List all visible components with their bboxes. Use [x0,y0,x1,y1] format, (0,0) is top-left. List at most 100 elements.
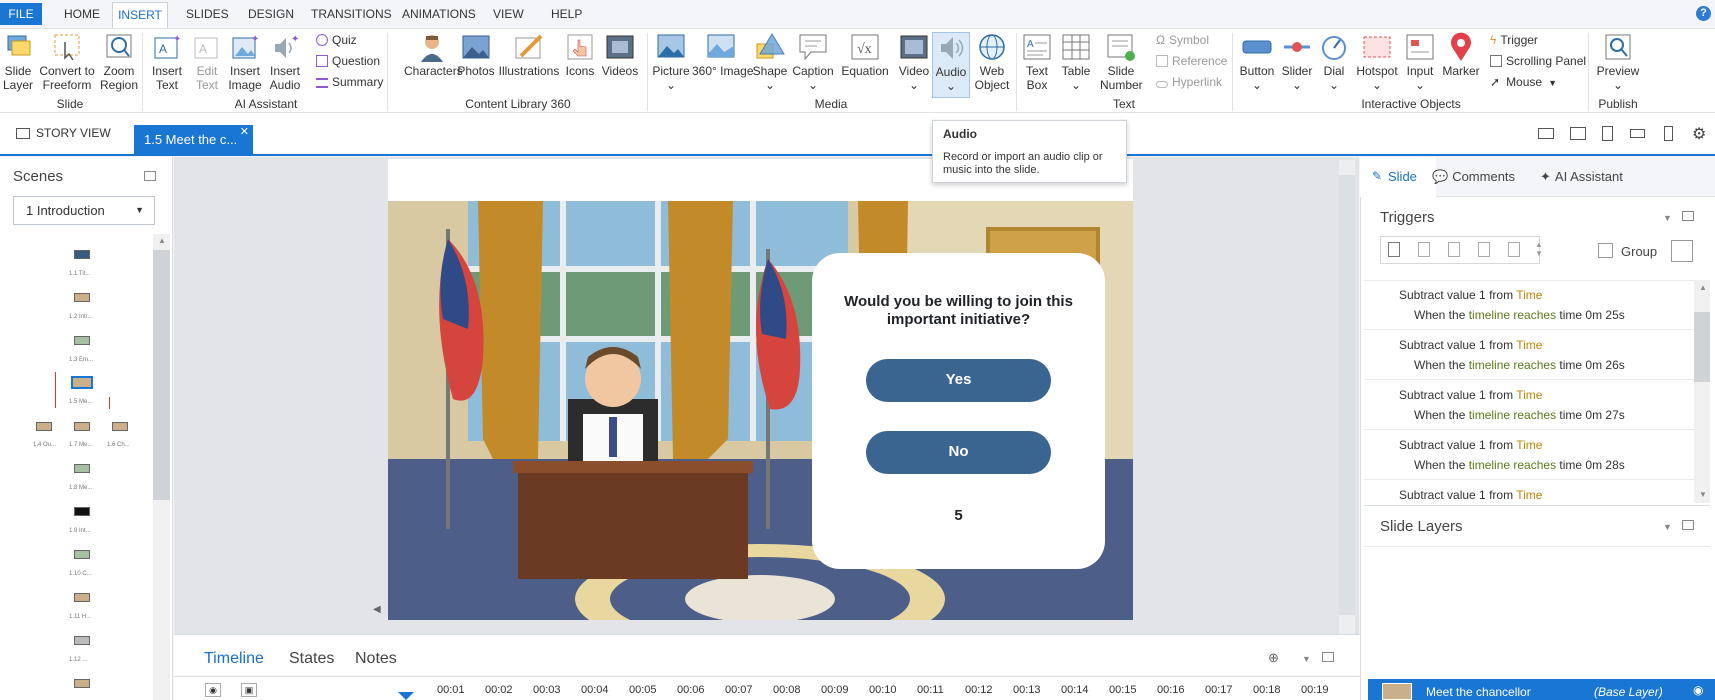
web-object-button[interactable]: Web Object [972,32,1012,92]
hyperlink-button[interactable]: Hyperlink [1156,75,1222,89]
mouse-button[interactable]: ➚ Mouse ▼ [1490,75,1557,89]
360-image-button[interactable]: 360° Image [692,32,754,78]
characters-button[interactable]: Characters [404,32,463,78]
slide-thumbnail[interactable] [74,250,90,259]
shape-button[interactable]: Shape ⌄ [752,32,788,92]
trigger-button[interactable]: ϟ Trigger [1490,33,1538,47]
insert-text-button[interactable]: A ✦ Insert Text [148,32,186,92]
menu-slides[interactable]: SLIDES [186,6,229,22]
menu-view[interactable]: VIEW [493,6,524,22]
trigger-action[interactable]: Subtract value 1 from Time [1399,488,1542,502]
base-layer-row[interactable]: Meet the chancellor (Base Layer) ◉ [1368,679,1715,700]
slide-thumbnail[interactable] [74,593,90,602]
quiz-button[interactable]: Quiz [316,33,357,47]
new-trigger-icon[interactable] [1388,242,1400,257]
menu-file[interactable]: FILE [0,3,42,25]
insert-image-button[interactable]: ✦ Insert Image [226,32,264,92]
slide-tab[interactable]: 1.5 Meet the c... ✕ [134,125,253,156]
trigger-action[interactable]: Subtract value 1 from Time [1399,338,1542,352]
scenes-scrollbar-thumb[interactable] [153,250,170,500]
menu-insert[interactable]: INSERT [112,2,168,28]
collapse-icon[interactable]: ▼ [1663,213,1672,223]
scroll-up-icon[interactable]: ▲ [158,236,166,245]
slide-thumbnail[interactable] [74,679,90,688]
video-button[interactable]: Video ⌄ [898,32,930,92]
summary-button[interactable]: Summary [316,75,383,89]
tablet-landscape-icon[interactable] [1570,127,1586,140]
input-button[interactable]: Input ⌄ [1402,32,1438,92]
panel-popout-icon[interactable] [1682,211,1694,221]
slide-thumbnail[interactable] [74,336,90,345]
playhead[interactable] [398,692,414,700]
edit-text-button[interactable]: A Edit Text [190,32,224,92]
question-button[interactable]: Question [316,54,380,68]
zoom-region-button[interactable]: Zoom Region [100,32,138,92]
illustrations-button[interactable]: Illustrations [496,32,562,78]
scene-dropdown[interactable]: 1 Introduction ▼ [13,196,155,225]
symbol-button[interactable]: Ω Symbol [1156,33,1209,47]
tab-notes[interactable]: Notes [355,650,397,668]
story-view-tab[interactable]: STORY VIEW [16,126,111,140]
photos-button[interactable]: Photos [456,32,496,78]
icons-button[interactable]: Icons [564,32,596,78]
timeline-options-icon[interactable]: ⊕ [1268,650,1279,666]
picture-button[interactable]: Picture ⌄ [652,32,690,92]
scroll-up-icon[interactable]: ▲ [1699,283,1707,292]
trigger-action[interactable]: Subtract value 1 from Time [1399,288,1542,302]
group-checkbox[interactable] [1598,243,1613,258]
desktop-view-icon[interactable] [1538,128,1554,139]
collapse-icon[interactable]: ▼ [1663,522,1672,532]
preview-button[interactable]: Preview ⌄ [1596,32,1640,92]
tablet-portrait-icon[interactable] [1602,126,1613,141]
tab-comments[interactable]: 💬 Comments [1432,169,1515,185]
chevron-down-icon[interactable]: ▼ [1302,654,1311,664]
tab-slide[interactable]: ✎ Slide [1360,157,1436,197]
phone-landscape-icon[interactable] [1630,129,1645,138]
slide-thumbnail[interactable] [112,422,128,431]
eye-icon[interactable]: ◉ [1693,683,1703,697]
edit-trigger-icon[interactable] [1418,242,1430,257]
menu-home[interactable]: HOME [64,6,100,22]
triggers-scrollbar-thumb[interactable] [1694,312,1710,382]
variables-icon[interactable] [1671,240,1693,262]
canvas-scrollbar-thumb[interactable] [1339,175,1355,615]
help-icon[interactable]: ? [1696,6,1711,21]
slide-thumbnail-selected[interactable] [71,376,93,389]
menu-design[interactable]: DESIGN [248,6,294,22]
menu-transitions[interactable]: TRANSITIONS [311,6,392,22]
equation-button[interactable]: √x Equation [838,32,892,78]
caption-button[interactable]: Caption ⌄ [792,32,834,92]
slide-number-button[interactable]: Slide Number [1100,32,1143,92]
paste-trigger-icon[interactable] [1478,242,1490,257]
delete-trigger-icon[interactable] [1508,242,1520,257]
insert-audio-button[interactable]: ✦ Insert Audio [266,32,304,92]
move-trigger-icon[interactable]: ▲ ▼ [1535,240,1543,258]
panel-popout-icon[interactable] [1322,652,1334,662]
slide-thumbnail[interactable] [36,422,52,431]
trigger-action[interactable]: Subtract value 1 from Time [1399,438,1542,452]
slide-layer-button[interactable]: Slide Layer [2,32,34,92]
marker-button[interactable]: Marker [1440,32,1482,78]
slide-thumbnail[interactable] [74,293,90,302]
panel-popout-icon[interactable] [1682,520,1694,530]
menu-animations[interactable]: ANIMATIONS [402,6,476,22]
panel-popout-icon[interactable] [144,171,156,181]
reference-button[interactable]: Reference [1156,54,1227,68]
close-icon[interactable]: ✕ [240,117,249,147]
button-button[interactable]: Button ⌄ [1238,32,1276,92]
scrolling-panel-button[interactable]: Scrolling Panel [1490,54,1586,68]
tab-states[interactable]: States [289,650,334,668]
trigger-action[interactable]: Subtract value 1 from Time [1399,388,1542,402]
table-button[interactable]: Table ⌄ [1058,32,1094,92]
slide-thumbnail[interactable] [74,550,90,559]
audio-button[interactable]: Audio ⌄ [932,32,970,98]
scroll-down-icon[interactable]: ▼ [1699,490,1707,499]
tab-timeline[interactable]: Timeline [204,650,264,668]
lock-icon[interactable]: ▣ [241,683,257,697]
tab-ai-assistant[interactable]: ✦ AI Assistant [1540,169,1623,185]
slide-thumbnail[interactable] [74,636,90,645]
slide-thumbnail[interactable] [74,507,90,516]
videos-button[interactable]: Videos [600,32,640,78]
menu-help[interactable]: HELP [551,6,582,22]
eye-icon[interactable]: ◉ [205,683,221,697]
